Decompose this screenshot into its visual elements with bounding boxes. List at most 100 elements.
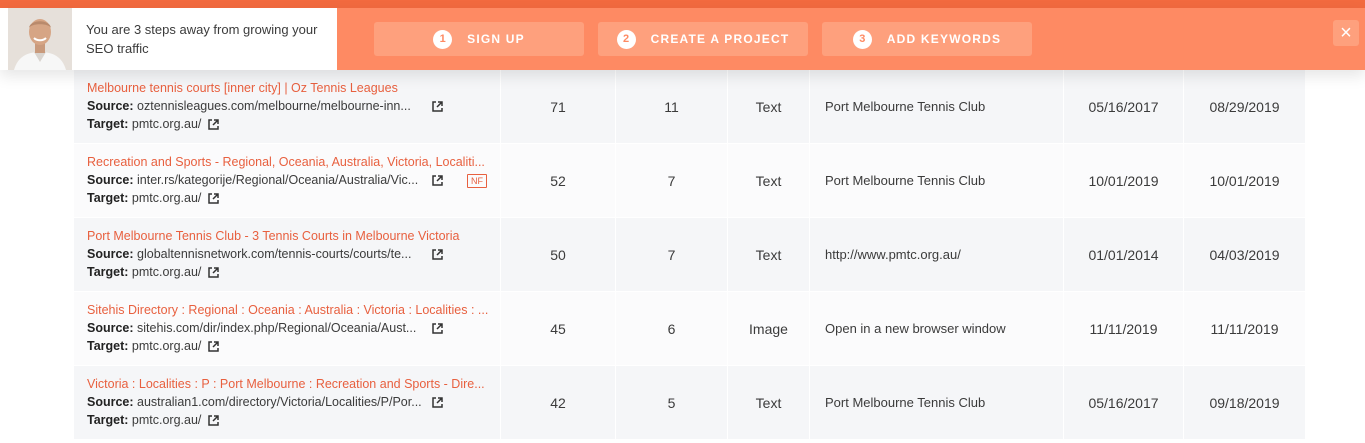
source-label: Source: (87, 99, 134, 113)
referring-page-title-link[interactable]: Recreation and Sports - Regional, Oceani… (87, 155, 485, 169)
target-line: Target: pmtc.org.au/ (87, 339, 201, 353)
source-url: inter.rs/kategorije/Regional/Oceania/Aus… (137, 173, 419, 187)
anchor-text-cell: Port Melbourne Tennis Club (810, 366, 1064, 439)
last-seen-cell: 09/18/2019 (1209, 394, 1280, 411)
source-line: Source: sitehis.com/dir/index.php/Region… (87, 321, 416, 335)
referring-page-title-link[interactable]: Victoria : Localities : P : Port Melbour… (87, 377, 485, 391)
link-type-cell: Text (728, 366, 810, 439)
source-url: oztennisleagues.com/melbourne/melbourne-… (137, 99, 411, 113)
link-cell: Port Melbourne Tennis Club - 3 Tennis Co… (74, 218, 501, 291)
external-link-icon[interactable] (432, 101, 443, 112)
source-url: globaltennisnetwork.com/tennis-courts/co… (137, 247, 412, 261)
domain-rating-cell: 50 (501, 218, 616, 291)
anchor-text-cell: Port Melbourne Tennis Club (810, 70, 1064, 143)
link-cell: Sitehis Directory : Regional : Oceania :… (74, 292, 501, 365)
step-add-keywords-button[interactable]: 3 ADD KEYWORDS (822, 22, 1032, 56)
source-line: Source: australian1.com/directory/Victor… (87, 395, 422, 409)
source-label: Source: (87, 247, 134, 261)
last-seen-cell: 08/29/2019 (1209, 98, 1280, 115)
source-url: sitehis.com/dir/index.php/Regional/Ocean… (137, 321, 417, 335)
source-label: Source: (87, 395, 134, 409)
step-number-badge: 3 (852, 29, 872, 49)
step-label: SIGN UP (467, 32, 525, 46)
table-row: Port Melbourne Tennis Club - 3 Tennis Co… (74, 218, 1305, 292)
target-url: pmtc.org.au/ (131, 265, 202, 279)
link-type-cell: Text (728, 144, 810, 217)
source-line: Source: inter.rs/kategorije/Regional/Oce… (87, 173, 418, 187)
target-url: pmtc.org.au/ (131, 117, 202, 131)
avatar (8, 8, 72, 70)
external-link-icon[interactable] (208, 267, 219, 278)
external-links-cell: 7 (616, 144, 728, 217)
target-line: Target: pmtc.org.au/ (87, 265, 201, 279)
link-type-cell: Text (728, 218, 810, 291)
banner-intro-text: You are 3 steps away from growing your S… (86, 22, 318, 56)
target-line: Target: pmtc.org.au/ (87, 413, 201, 427)
link-cell: Melbourne tennis courts [inner city] | O… (74, 70, 501, 143)
table-row: Recreation and Sports - Regional, Oceani… (74, 144, 1305, 218)
table-row: Victoria : Localities : P : Port Melbour… (74, 366, 1305, 440)
step-label: ADD KEYWORDS (886, 32, 1002, 46)
first-seen-cell: 05/16/2017 (1064, 70, 1184, 143)
backlinks-table: Melbourne tennis courts [inner city] | O… (74, 70, 1305, 440)
target-url: pmtc.org.au/ (131, 413, 202, 427)
step-sign-up-button[interactable]: 1 SIGN UP (374, 22, 584, 56)
external-links-cell: 11 (616, 70, 728, 143)
referring-page-title-link[interactable]: Port Melbourne Tennis Club - 3 Tennis Co… (87, 229, 459, 243)
link-cell: Recreation and Sports - Regional, Oceani… (74, 144, 501, 217)
external-link-icon[interactable] (432, 323, 443, 334)
target-url: pmtc.org.au/ (131, 191, 202, 205)
external-links-cell: 5 (616, 366, 728, 439)
external-link-icon[interactable] (208, 341, 219, 352)
domain-rating-cell: 52 (501, 144, 616, 217)
external-link-icon[interactable] (432, 175, 443, 186)
external-links-cell: 7 (616, 218, 728, 291)
target-url: pmtc.org.au/ (131, 339, 202, 353)
last-seen-cell: 11/11/2019 (1210, 320, 1279, 337)
first-seen-cell: 11/11/2019 (1064, 292, 1184, 365)
external-link-icon[interactable] (208, 193, 219, 204)
target-label: Target: (87, 413, 129, 427)
table-row: Melbourne tennis courts [inner city] | O… (74, 70, 1305, 144)
source-url: australian1.com/directory/Victoria/Local… (137, 395, 422, 409)
target-label: Target: (87, 265, 129, 279)
source-label: Source: (87, 173, 134, 187)
source-line: Source: oztennisleagues.com/melbourne/me… (87, 99, 411, 113)
source-label: Source: (87, 321, 134, 335)
last-seen-cell: 04/03/2019 (1209, 246, 1280, 263)
anchor-text-cell: http://www.pmtc.org.au/ (810, 218, 1064, 291)
table-row: Sitehis Directory : Regional : Oceania :… (74, 292, 1305, 366)
anchor-text-cell: Open in a new browser window (810, 292, 1064, 365)
top-accent-strip (0, 0, 1365, 8)
target-line: Target: pmtc.org.au/ (87, 117, 201, 131)
step-label: CREATE A PROJECT (650, 32, 790, 46)
link-type-cell: Text (728, 70, 810, 143)
external-links-cell: 6 (616, 292, 728, 365)
referring-page-title-link[interactable]: Sitehis Directory : Regional : Oceania :… (87, 303, 488, 317)
external-link-icon[interactable] (432, 249, 443, 260)
step-number-badge: 1 (433, 29, 453, 49)
banner-intro: You are 3 steps away from growing your S… (0, 8, 337, 70)
first-seen-cell: 10/01/2019 (1064, 144, 1184, 217)
anchor-text-cell: Port Melbourne Tennis Club (810, 144, 1064, 217)
nofollow-badge: NF (467, 174, 487, 188)
step-number-badge: 2 (616, 29, 636, 49)
external-link-icon[interactable] (208, 119, 219, 130)
target-label: Target: (87, 117, 129, 131)
first-seen-cell: 01/01/2014 (1064, 218, 1184, 291)
close-icon[interactable]: × (1333, 20, 1359, 46)
first-seen-cell: 05/16/2017 (1064, 366, 1184, 439)
domain-rating-cell: 71 (501, 70, 616, 143)
step-create-project-button[interactable]: 2 CREATE A PROJECT (598, 22, 808, 56)
onboarding-banner: You are 3 steps away from growing your S… (0, 8, 1365, 70)
last-seen-cell: 10/01/2019 (1209, 172, 1280, 189)
external-link-icon[interactable] (432, 397, 443, 408)
target-label: Target: (87, 339, 129, 353)
link-cell: Victoria : Localities : P : Port Melbour… (74, 366, 501, 439)
domain-rating-cell: 45 (501, 292, 616, 365)
source-line: Source: globaltennisnetwork.com/tennis-c… (87, 247, 411, 261)
external-link-icon[interactable] (208, 415, 219, 426)
referring-page-title-link[interactable]: Melbourne tennis courts [inner city] | O… (87, 81, 398, 95)
link-type-cell: Image (728, 292, 810, 365)
target-line: Target: pmtc.org.au/ (87, 191, 201, 205)
